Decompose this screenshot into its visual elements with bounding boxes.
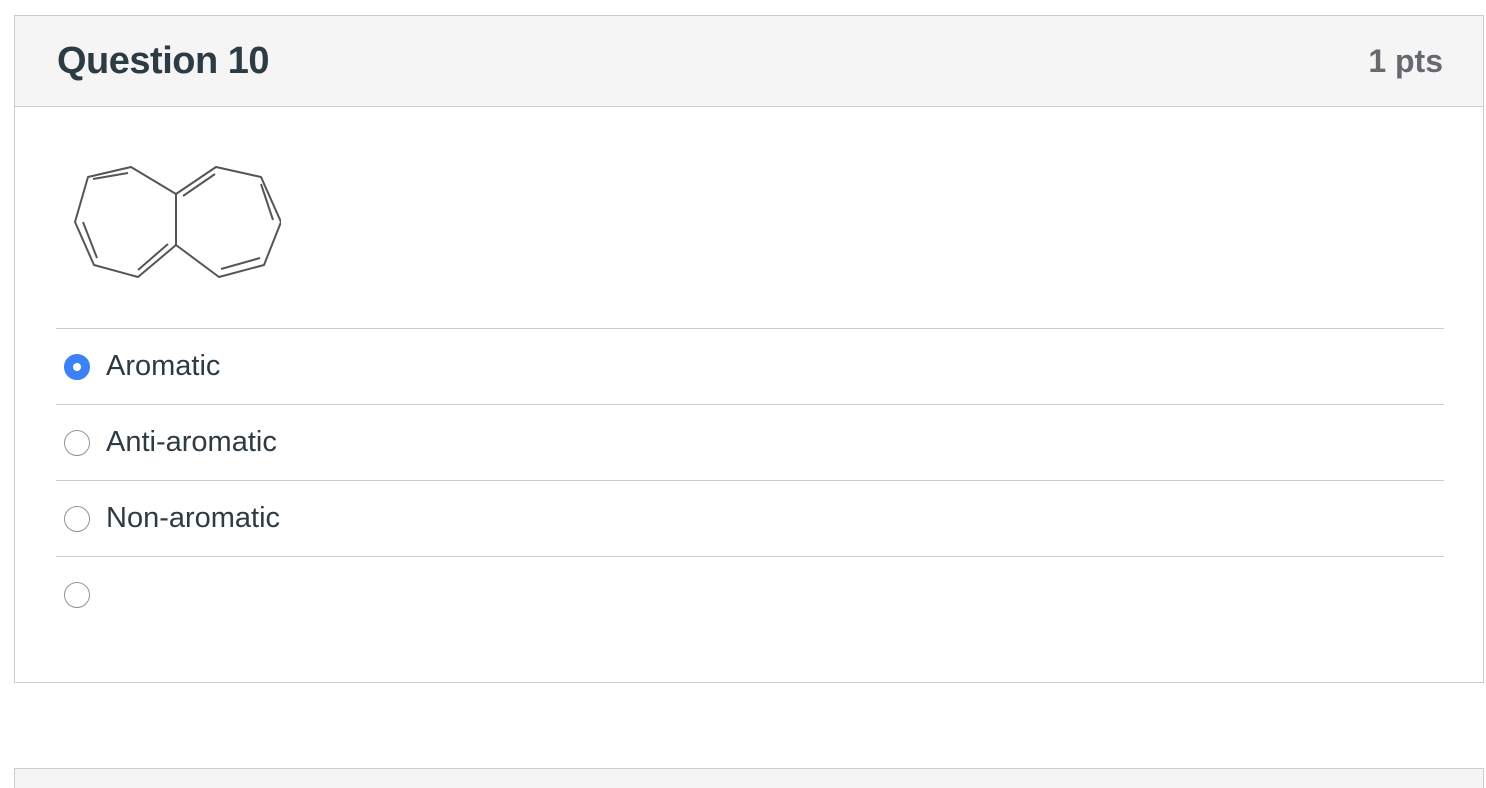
answer-label: Non-aromatic bbox=[106, 502, 281, 534]
radio-selected-icon[interactable] bbox=[64, 353, 90, 380]
question-title: Question 10 bbox=[57, 39, 270, 82]
question-body: Aromatic Anti-aromatic Non-aromatic bbox=[15, 162, 1483, 632]
radio-unselected-icon[interactable] bbox=[64, 429, 90, 456]
question-card: Question 10 1 pts Aromatic Anti-aromatic… bbox=[14, 15, 1484, 683]
answer-option-non-aromatic[interactable]: Non-aromatic bbox=[56, 480, 1444, 556]
answer-label: Aromatic bbox=[106, 350, 221, 382]
question-points: 1 pts bbox=[1368, 42, 1443, 79]
answer-option-anti-aromatic[interactable]: Anti-aromatic bbox=[56, 404, 1444, 480]
radio-unselected-icon[interactable] bbox=[64, 581, 90, 608]
question-header: Question 10 1 pts bbox=[15, 16, 1483, 107]
bicyclic-molecule-image bbox=[74, 166, 281, 278]
answer-option-aromatic[interactable]: Aromatic bbox=[56, 328, 1444, 404]
answer-option-empty[interactable] bbox=[56, 556, 1444, 632]
answer-list: Aromatic Anti-aromatic Non-aromatic bbox=[56, 328, 1444, 632]
next-question-card-edge bbox=[14, 768, 1484, 788]
radio-unselected-icon[interactable] bbox=[64, 505, 90, 532]
answer-label: Anti-aromatic bbox=[106, 426, 277, 458]
